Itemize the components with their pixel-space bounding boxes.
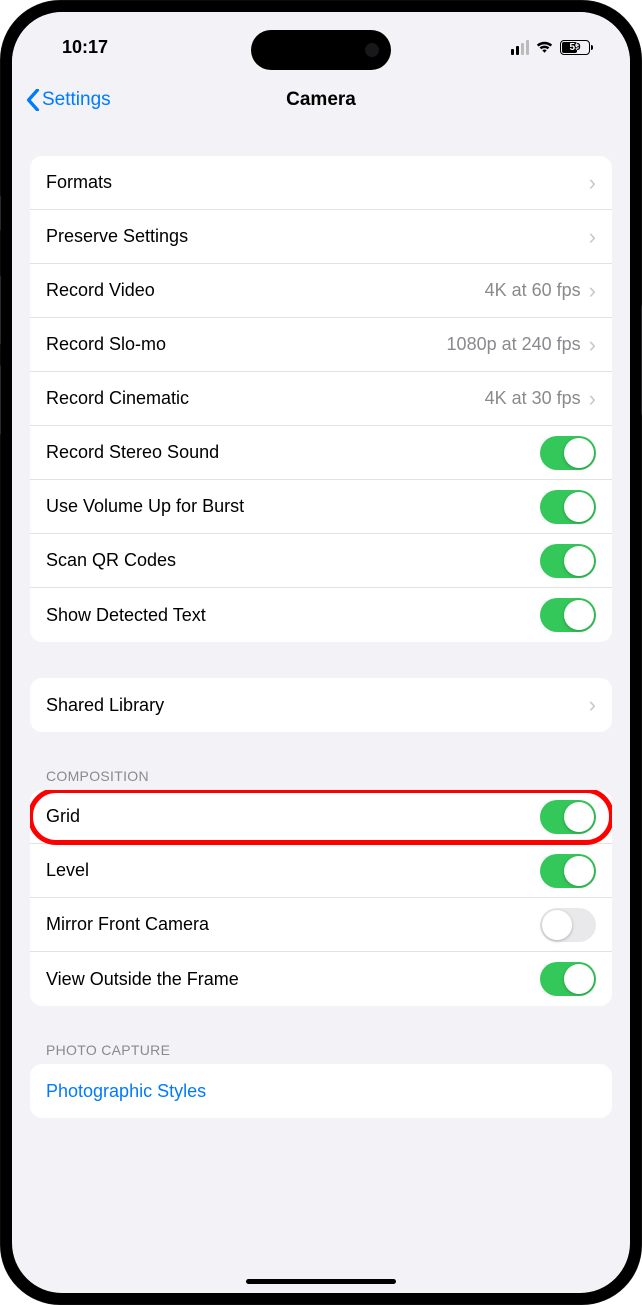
row-scan-qr[interactable]: Scan QR Codes [30, 534, 612, 588]
row-value: 4K at 60 fps [485, 280, 581, 301]
toggle-stereo[interactable] [540, 436, 596, 470]
row-value: 1080p at 240 fps [447, 334, 581, 355]
chevron-right-icon: › [589, 692, 596, 718]
row-label: View Outside the Frame [46, 969, 540, 990]
row-label: Use Volume Up for Burst [46, 496, 540, 517]
chevron-right-icon: › [589, 170, 596, 196]
dynamic-island [251, 30, 391, 70]
row-label: Record Video [46, 280, 485, 301]
row-view-outside[interactable]: View Outside the Frame [30, 952, 612, 1006]
toggle-view-outside[interactable] [540, 962, 596, 996]
settings-group-main: Formats › Preserve Settings › Record Vid… [30, 156, 612, 642]
row-label: Grid [46, 806, 540, 827]
row-label: Preserve Settings [46, 226, 589, 247]
toggle-grid[interactable] [540, 800, 596, 834]
group-header-capture: Photo Capture [30, 1042, 612, 1064]
row-mirror-front[interactable]: Mirror Front Camera [30, 898, 612, 952]
status-time: 10:17 [62, 37, 108, 58]
row-grid[interactable]: Grid [30, 790, 612, 844]
row-value: 4K at 30 fps [485, 388, 581, 409]
settings-group-composition: Grid Level Mirror Front Camera View Outs… [30, 790, 612, 1006]
cellular-signal-icon [511, 40, 530, 55]
row-record-slomo[interactable]: Record Slo-mo 1080p at 240 fps › [30, 318, 612, 372]
front-camera-dot [365, 43, 379, 57]
chevron-right-icon: › [589, 224, 596, 250]
row-record-stereo[interactable]: Record Stereo Sound [30, 426, 612, 480]
row-record-cinematic[interactable]: Record Cinematic 4K at 30 fps › [30, 372, 612, 426]
chevron-right-icon: › [589, 386, 596, 412]
row-volume-burst[interactable]: Use Volume Up for Burst [30, 480, 612, 534]
page-title: Camera [286, 89, 356, 111]
toggle-mirror-front[interactable] [540, 908, 596, 942]
home-indicator[interactable] [246, 1279, 396, 1284]
row-label: Formats [46, 172, 589, 193]
row-preserve-settings[interactable]: Preserve Settings › [30, 210, 612, 264]
row-label: Record Cinematic [46, 388, 485, 409]
row-detected-text[interactable]: Show Detected Text [30, 588, 612, 642]
toggle-level[interactable] [540, 854, 596, 888]
row-label: Record Slo-mo [46, 334, 447, 355]
back-button[interactable]: Settings [26, 89, 111, 111]
row-label: Level [46, 860, 540, 881]
chevron-right-icon: › [589, 278, 596, 304]
row-label: Shared Library [46, 695, 589, 716]
phone-frame: 10:17 59 Settings [0, 0, 642, 1305]
back-label: Settings [42, 89, 111, 111]
row-label: Mirror Front Camera [46, 914, 540, 935]
toggle-scan-qr[interactable] [540, 544, 596, 578]
row-label: Record Stereo Sound [46, 442, 540, 463]
navigation-bar: Settings Camera [12, 72, 630, 128]
row-record-video[interactable]: Record Video 4K at 60 fps › [30, 264, 612, 318]
battery-level: 59 [561, 42, 589, 53]
row-photographic-styles[interactable]: Photographic Styles [30, 1064, 612, 1118]
row-shared-library[interactable]: Shared Library › [30, 678, 612, 732]
screen: 10:17 59 Settings [12, 12, 630, 1293]
volume-down-button [0, 365, 1, 435]
row-formats[interactable]: Formats › [30, 156, 612, 210]
volume-up-button [0, 275, 1, 345]
settings-content[interactable]: Formats › Preserve Settings › Record Vid… [12, 156, 630, 1148]
battery-icon: 59 [560, 40, 590, 55]
wifi-icon [535, 40, 554, 54]
chevron-left-icon [26, 89, 40, 111]
group-header-composition: Composition [30, 768, 612, 790]
settings-group-library: Shared Library › [30, 678, 612, 732]
toggle-volume-burst[interactable] [540, 490, 596, 524]
chevron-right-icon: › [589, 332, 596, 358]
silence-switch [0, 195, 1, 231]
row-label: Scan QR Codes [46, 550, 540, 571]
toggle-detected-text[interactable] [540, 598, 596, 632]
settings-group-capture: Photographic Styles [30, 1064, 612, 1118]
row-label: Photographic Styles [46, 1081, 596, 1102]
row-level[interactable]: Level [30, 844, 612, 898]
row-label: Show Detected Text [46, 605, 540, 626]
